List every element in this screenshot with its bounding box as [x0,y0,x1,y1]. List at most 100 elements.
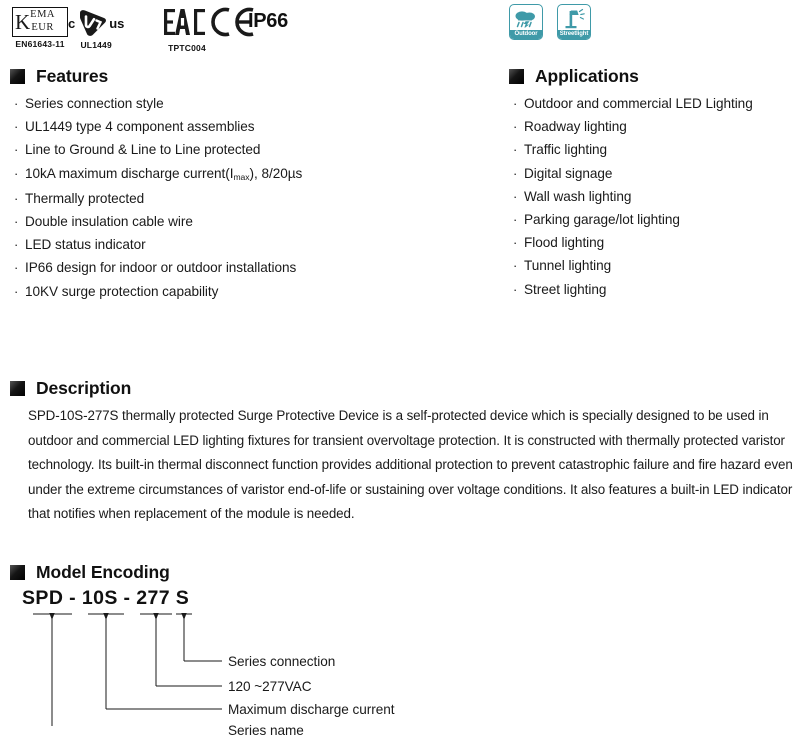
bullet-dot-icon: · [513,258,518,274]
application-text: Traffic lighting [524,142,608,158]
list-item: · Flood lighting [513,231,800,254]
imax-suffix: ), 8/20µs [249,165,303,181]
culus-icon: c us [68,8,124,38]
bullet-dot-icon: · [14,260,19,276]
model-code-string: SPD - 10S - 277 S [22,587,190,609]
applications-heading: Applications [509,66,639,87]
kema-line-2: EUR [31,22,54,33]
cert-eac: TPTC004 [163,7,211,53]
bullet-dot-icon: · [513,119,518,135]
section-marker-square [10,381,25,396]
application-text: Digital signage [524,165,613,181]
ip66-rating-label: IP66 [248,10,288,32]
features-list: · Series connection style · UL1449 type 4 … [14,92,484,303]
app-icon-outdoor: Outdoor [509,4,543,40]
imax-subscript: max [233,172,250,183]
model-label-max-discharge-current: Maximum discharge current [228,702,395,717]
feature-text: UL1449 type 4 component assemblies [25,119,255,135]
bullet-dot-icon: · [513,165,518,181]
bullet-dot-icon: · [14,96,19,111]
cert-standard-tptc004: TPTC004 [168,43,206,53]
app-icon-streetlight-label: Streetlight [558,30,590,39]
cert-culus: c us UL1449 [68,8,124,50]
list-item: · Roadway lighting [513,115,800,138]
applications-title: Applications [535,66,639,86]
certification-strip: K EMA EUR EN61643-11 c us UL1449 TPTC004… [0,0,800,56]
kema-letter-stack: EMA EUR [30,9,55,35]
section-marker-square [10,69,25,84]
list-item: · Outdoor and commercial LED Lighting [513,92,800,115]
list-item: · Parking garage/lot lighting [513,208,800,231]
feature-text: Double insulation cable wire [25,214,193,230]
app-icon-streetlight: Streetlight [557,4,591,40]
feature-text: 10KV surge protection capability [25,283,219,299]
bullet-dot-icon: · [513,212,518,228]
bullet-dot-icon: · [14,190,19,206]
list-item: · 10kA maximum discharge current(Imax), … [14,162,484,187]
list-item: · UL1449 type 4 component assemblies [14,115,484,138]
bullet-dot-icon: · [14,237,19,253]
bullet-dot-icon: · [14,283,19,299]
cert-kema-keur: K EMA EUR EN61643-11 [12,7,68,49]
feature-text: Thermally protected [25,190,145,206]
section-marker-square [509,69,524,84]
model-label-voltage: 120 ~277VAC [228,679,312,694]
application-text: Tunnel lighting [524,258,612,274]
list-item: · Digital signage [513,162,800,185]
ul-mark-icon [77,9,107,37]
kema-line-1: EMA [30,9,56,21]
list-item: · Tunnel lighting [513,254,800,277]
list-item: · Traffic lighting [513,138,800,161]
bullet-dot-icon: · [513,142,518,158]
application-text: Outdoor and commercial LED Lighting [524,96,753,111]
description-title: Description [36,378,132,398]
application-text: Parking garage/lot lighting [524,212,680,228]
feature-text: IP66 design for indoor or outdoor instal… [25,260,297,276]
bullet-dot-icon: · [14,142,19,158]
application-text: Roadway lighting [524,119,627,135]
cloud-rain-icon [510,5,542,30]
cert-standard-ul1449: UL1449 [80,40,112,50]
model-encoding-diagram: Series connection 120 ~277VAC Maximum di… [0,608,480,738]
eac-icon [164,9,205,35]
feature-text: Series connection style [25,96,164,111]
feature-text-imax: 10kA maximum discharge current(Imax), 8/… [25,162,302,187]
imax-prefix: 10kA maximum discharge current(I [25,165,234,181]
applications-list: · Outdoor and commercial LED Lighting · Ro… [513,92,800,301]
bullet-dot-icon: · [513,235,518,251]
bullet-dot-icon: · [14,119,19,135]
bullet-dot-icon: · [513,188,518,204]
kema-keur-icon: K EMA EUR [12,7,68,37]
application-text: Flood lighting [524,235,605,251]
culus-suffix-us: us [109,15,125,31]
kema-letter-k: K [15,9,31,34]
cert-standard-en61643: EN61643-11 [15,39,65,49]
description-paragraph: SPD-10S-277S thermally protected Surge P… [28,408,793,521]
culus-prefix-c: c [68,15,76,31]
application-text: Wall wash lighting [524,188,632,204]
features-title: Features [36,66,109,86]
list-item: · Double insulation cable wire [14,210,484,233]
description-heading: Description [10,378,131,399]
features-heading: Features [10,66,108,87]
bullet-dot-icon: · [14,165,19,181]
list-item: · Wall wash lighting [513,185,800,208]
list-item: · 10KV surge protection capability [14,280,484,303]
feature-text: LED status indicator [25,237,146,253]
feature-text: Line to Ground & Line to Line protected [25,142,261,158]
bullet-dot-icon: · [14,214,19,230]
list-item: · Thermally protected [14,187,484,210]
model-label-series-connection: Series connection [228,654,336,669]
section-marker-square [10,565,25,580]
list-item: · Street lighting [513,278,800,301]
application-text: Street lighting [524,281,607,297]
bullet-dot-icon: · [513,96,518,111]
cert-ip66: IP66 [248,6,288,36]
list-item: · IP66 design for indoor or outdoor insta… [14,256,484,279]
app-icon-outdoor-label: Outdoor [510,30,542,39]
list-item: · Line to Ground & Line to Line protected [14,138,484,161]
model-encoding-title: Model Encoding [36,562,170,582]
bullet-dot-icon: · [513,281,518,297]
model-encoding-heading: Model Encoding [10,562,170,583]
list-item: · Series connection style [14,92,484,115]
